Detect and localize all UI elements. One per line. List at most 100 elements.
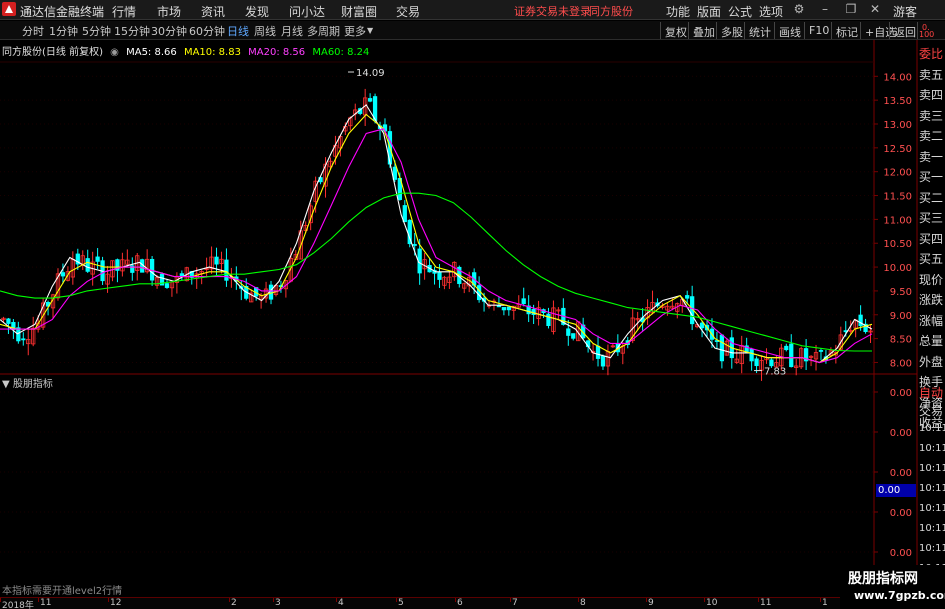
candle-body (789, 343, 794, 368)
date-tick-label: 11 (760, 598, 772, 608)
price-tick-label: 12.50 (883, 144, 912, 155)
toolbar-adjust-button[interactable]: 复权 (660, 22, 691, 39)
toolbar-overlay-button[interactable]: 叠加 (688, 22, 719, 39)
tab-period-more[interactable]: 更多 (344, 23, 366, 39)
toolbar-mark-button[interactable]: 标记 (831, 22, 862, 39)
indicator-tick-label: 0.00 (890, 548, 912, 559)
candle-body (566, 328, 571, 336)
menu-discover[interactable]: 发现 (245, 3, 269, 20)
menu-market[interactable]: 市场 (157, 3, 181, 20)
price-tick-label: 9.00 (890, 311, 912, 322)
date-tick-label: 12 (110, 598, 122, 608)
date-tick-mark (758, 598, 759, 602)
date-tick-label: 2018年 (2, 601, 34, 609)
tab-period-1min[interactable]: 1分钟 (49, 23, 78, 39)
price-tick-label: 12.00 (883, 168, 912, 179)
toolbar-draw-button[interactable]: 画线 (774, 22, 805, 39)
menu-wealth[interactable]: 财富圈 (341, 3, 377, 20)
date-tick-mark (510, 598, 511, 602)
settings-icon[interactable]: ⚙ (792, 2, 806, 16)
indicator-settings-icon[interactable]: ◉ (110, 47, 119, 58)
minimize-icon[interactable]: – (818, 2, 832, 16)
price-axis: 14.00 13.50 13.00 12.50 12.00 11.50 11.00 10.50… (874, 72, 912, 369)
date-tick-mark (108, 598, 109, 602)
date-tick-label: 8 (580, 598, 586, 608)
tab-period-monthly[interactable]: 月线 (281, 23, 303, 39)
toolbar-multi-stock-button[interactable]: 多股 (716, 22, 747, 39)
period-bar: 分时 1分钟 5分钟 15分钟 30分钟 60分钟 日线 周线 月线 多周期 更… (0, 21, 945, 40)
price-grid (0, 75, 874, 363)
side-label: 委比 (919, 47, 944, 61)
tab-period-multi[interactable]: 多周期 (307, 23, 340, 39)
date-tick-mark (646, 598, 647, 602)
candle-body (402, 205, 407, 223)
ma20-line (0, 128, 873, 364)
candlestick-series (1, 88, 873, 381)
date-tick-label: 3 (275, 598, 281, 608)
toolbar-back-button[interactable]: 返回 (889, 22, 920, 39)
date-tick-label: 11 (40, 598, 52, 608)
tab-period-60min[interactable]: 60分钟 (189, 23, 225, 39)
collapse-icon[interactable]: ▼ (2, 379, 10, 390)
tab-period-daily[interactable]: 日线 (227, 23, 249, 39)
menu-news[interactable]: 资讯 (201, 3, 225, 20)
price-tick-label: 10.00 (883, 263, 912, 274)
candle-body (699, 322, 705, 329)
menu-layout[interactable]: 版面 (697, 3, 721, 20)
date-tick-mark (396, 598, 397, 602)
date-tick-mark (455, 598, 456, 602)
toolbar-f10-button[interactable]: F10 (804, 22, 833, 39)
low-price-label: 7.83 (764, 367, 786, 378)
tab-period-30min[interactable]: 30分钟 (151, 23, 187, 39)
price-tick-label: 14.00 (883, 72, 912, 83)
menu-trade[interactable]: 交易 (396, 3, 420, 20)
login-notice[interactable]: 证券交易未登录 (514, 3, 591, 19)
menu-options[interactable]: 选项 (759, 3, 783, 20)
date-tick-mark (273, 598, 274, 602)
indicator-title[interactable]: ▼ 股朋指标 (2, 375, 53, 390)
chart-info-line: 同方股份(日线 前复权) ◉ MA5: 8.66 MA10: 8.83 MA20… (2, 43, 373, 58)
price-tick-label: 13.00 (883, 120, 912, 131)
date-tick-label: 7 (512, 598, 518, 608)
menu-functions[interactable]: 功能 (666, 3, 690, 20)
side-label: 买一 (919, 170, 944, 184)
candle-body (476, 285, 482, 301)
user-guest[interactable]: 游客 (893, 3, 917, 20)
candle-body (367, 98, 373, 102)
menu-ask[interactable]: 问小达 (289, 3, 325, 20)
tab-period-15min[interactable]: 15分钟 (114, 23, 150, 39)
side-label: 卖五 (919, 67, 944, 82)
side-time-entry: 10:11 (919, 543, 945, 554)
side-auto-toggle[interactable]: 自动 (919, 384, 945, 401)
restore-icon[interactable]: ❐ (844, 2, 858, 16)
menu-formula[interactable]: 公式 (728, 3, 752, 20)
tab-period-5min[interactable]: 5分钟 (82, 23, 111, 39)
indicator-tick-label: 0.00 (890, 388, 912, 399)
candle-body (214, 256, 219, 265)
toolbar-statistics-button[interactable]: 统计 (744, 22, 775, 39)
more-dropdown-icon[interactable]: ▼ (367, 26, 373, 35)
ma10-label: MA10: 8.83 (183, 47, 241, 58)
price-tick-label: 10.50 (883, 239, 912, 250)
menu-quotes[interactable]: 行情 (112, 3, 136, 20)
indicator-selected-value: 0.00 (876, 484, 916, 497)
ma20-label: MA20: 8.56 (248, 47, 306, 58)
candle-body (595, 345, 601, 359)
price-tick-label: 11.00 (883, 215, 912, 226)
indicator-axis: 0.00 0.00 0.00 0.00 0.00 (0, 388, 912, 559)
close-icon[interactable]: ✕ (868, 2, 882, 16)
date-tick-label: 10 (706, 598, 718, 608)
tab-period-intraday[interactable]: 分时 (22, 23, 44, 39)
title-bar: 通达信金融终端 行情 市场 资讯 发现 问小达 财富圈 交易 证券交易未登录 同… (0, 0, 945, 20)
chart-canvas[interactable]: 14.00 13.50 13.00 12.50 12.00 11.50 11.00 10.50… (0, 40, 945, 597)
moving-average-lines (0, 104, 873, 364)
tab-period-weekly[interactable]: 周线 (254, 23, 276, 39)
chart-stock-title: 同方股份(日线 前复权) (2, 47, 103, 58)
candle-body (60, 272, 66, 277)
candle-body (412, 244, 417, 246)
side-label: 总量 (919, 334, 944, 348)
candle-body (6, 318, 11, 324)
candle-body (179, 273, 184, 277)
candle-body (164, 283, 170, 288)
app-logo-icon (2, 2, 16, 16)
